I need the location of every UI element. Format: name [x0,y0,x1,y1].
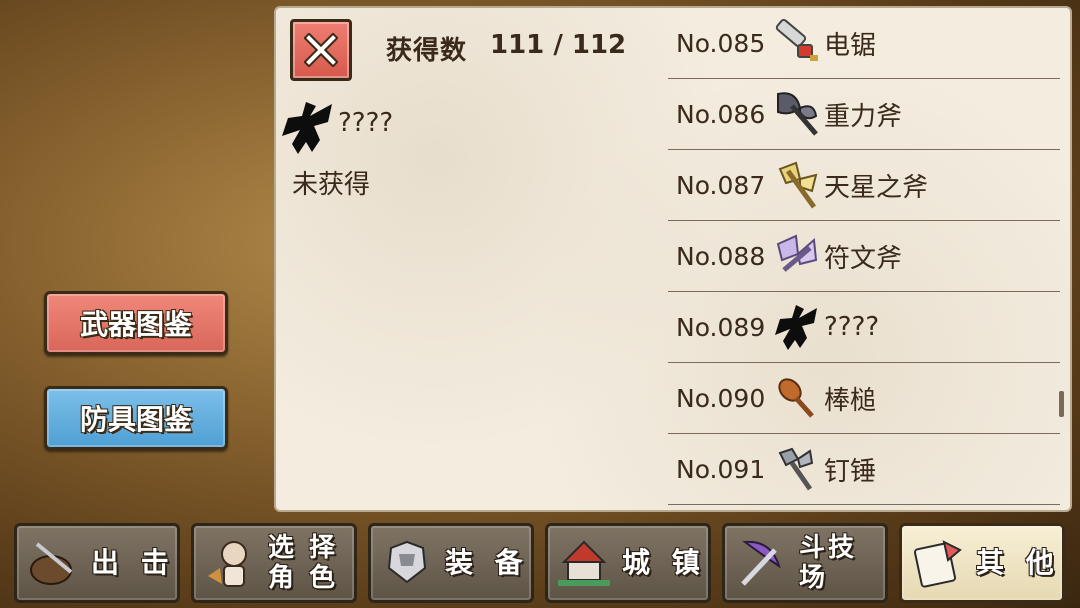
item-name: 天星之斧 [824,172,929,203]
nav-other[interactable]: 其 他 [899,523,1065,603]
item-number: No.091 [676,454,766,484]
spiked-hammer-icon [778,447,814,491]
list-item[interactable]: No.085 电锯 [668,8,1060,79]
item-number: No.088 [676,241,766,271]
item-number: No.086 [676,99,766,129]
item-name: 电锯 [824,30,877,61]
chainsaw-icon [775,18,818,61]
item-name: 重力斧 [824,101,903,132]
nav-label: 城 镇 [622,546,706,579]
arena-icon [741,540,781,586]
list-item[interactable]: No.087 天星之斧 [668,150,1060,221]
catalog-panel: 获得数 111 / 112 ???? 未获得 No.085 电锯 No.086 … [274,6,1072,512]
selected-item-name: ???? [338,108,394,138]
armor-catalog-button[interactable]: 防具图鉴 [44,386,228,450]
nav-label: 斗技场 [799,533,858,593]
list-item[interactable]: No.086 重力斧 [668,79,1060,150]
nav-label: 选 择 角 色 [268,533,339,593]
gravity-axe-icon [777,92,818,136]
sortie-icon [30,542,73,585]
nav-label: 装 备 [445,546,529,579]
item-number: No.089 [676,312,766,342]
list-item[interactable]: No.091 钉锤 [668,434,1060,505]
character-icon [208,541,247,587]
nav-equipment[interactable]: 装 备 [368,523,534,603]
list-item[interactable]: No.089 ???? [668,292,1060,363]
item-number: No.085 [676,28,766,58]
item-name: 符文斧 [824,243,903,274]
rune-axe-icon [776,234,818,272]
nav-label: 出 击 [91,546,175,579]
nav-sortie[interactable]: 出 击 [14,523,180,603]
star-axe-icon [778,161,818,209]
nav-label: 其 他 [976,546,1060,579]
club-icon [778,378,814,418]
armor-icon [387,540,427,584]
item-number: No.090 [676,383,766,413]
silhouette-axe-icon [282,102,332,154]
nav-arena[interactable]: 斗技场 [722,523,888,603]
silhouette-axe-icon [775,305,817,350]
weapon-list: No.085 电锯 No.086 重力斧 No.087 天星之斧 No.088 … [668,8,1060,505]
obtained-count-label: 获得数 [386,36,468,66]
bottom-nav: 出 击 选 择 角 色 装 备 城 镇 斗技场 其 他 [14,523,1066,603]
close-icon [304,33,338,67]
selected-item-status: 未获得 [292,170,371,200]
town-icon [558,540,610,586]
nav-town[interactable]: 城 镇 [545,523,711,603]
other-icon [913,540,962,588]
item-name: ???? [824,312,880,342]
item-number: No.087 [676,170,766,200]
nav-select-character[interactable]: 选 择 角 色 [191,523,357,603]
item-name: 钉锤 [824,456,877,487]
list-item[interactable]: No.090 棒槌 [668,363,1060,434]
list-scrollbar[interactable] [1059,391,1064,417]
list-item[interactable]: No.088 符文斧 [668,221,1060,292]
obtained-count-value: 111 / 112 [490,30,627,60]
item-name: 棒槌 [824,385,877,416]
close-button[interactable] [290,19,352,81]
weapon-catalog-button[interactable]: 武器图鉴 [44,291,228,355]
